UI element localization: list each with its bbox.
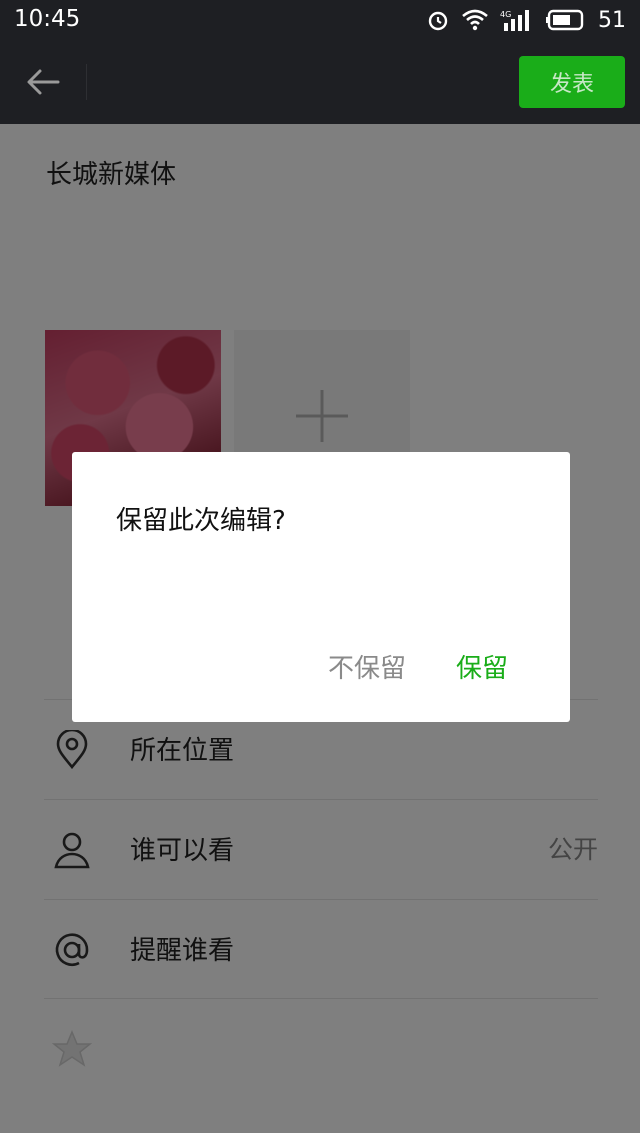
wifi-icon xyxy=(462,9,488,31)
status-bar: 10:45 4G 51 xyxy=(0,0,640,40)
status-icons: 4G 51 xyxy=(426,4,626,36)
battery-icon xyxy=(546,9,586,31)
svg-text:4G: 4G xyxy=(500,10,511,19)
dialog-title: 保留此次编辑? xyxy=(116,506,286,536)
alarm-icon xyxy=(426,8,450,32)
top-nav-bar: 发表 xyxy=(0,40,640,124)
keep-edit-dialog: 保留此次编辑? 不保留 保留 xyxy=(72,452,570,722)
keep-button[interactable]: 保留 xyxy=(456,648,508,685)
signal-4g-icon: 4G xyxy=(500,9,534,31)
status-time: 10:45 xyxy=(14,6,81,32)
arrow-left-icon xyxy=(22,69,62,106)
battery-percentage: 51 xyxy=(598,7,626,33)
back-button[interactable] xyxy=(22,62,62,102)
nav-divider xyxy=(86,64,87,100)
discard-button[interactable]: 不保留 xyxy=(328,648,406,685)
publish-button[interactable]: 发表 xyxy=(519,56,625,108)
